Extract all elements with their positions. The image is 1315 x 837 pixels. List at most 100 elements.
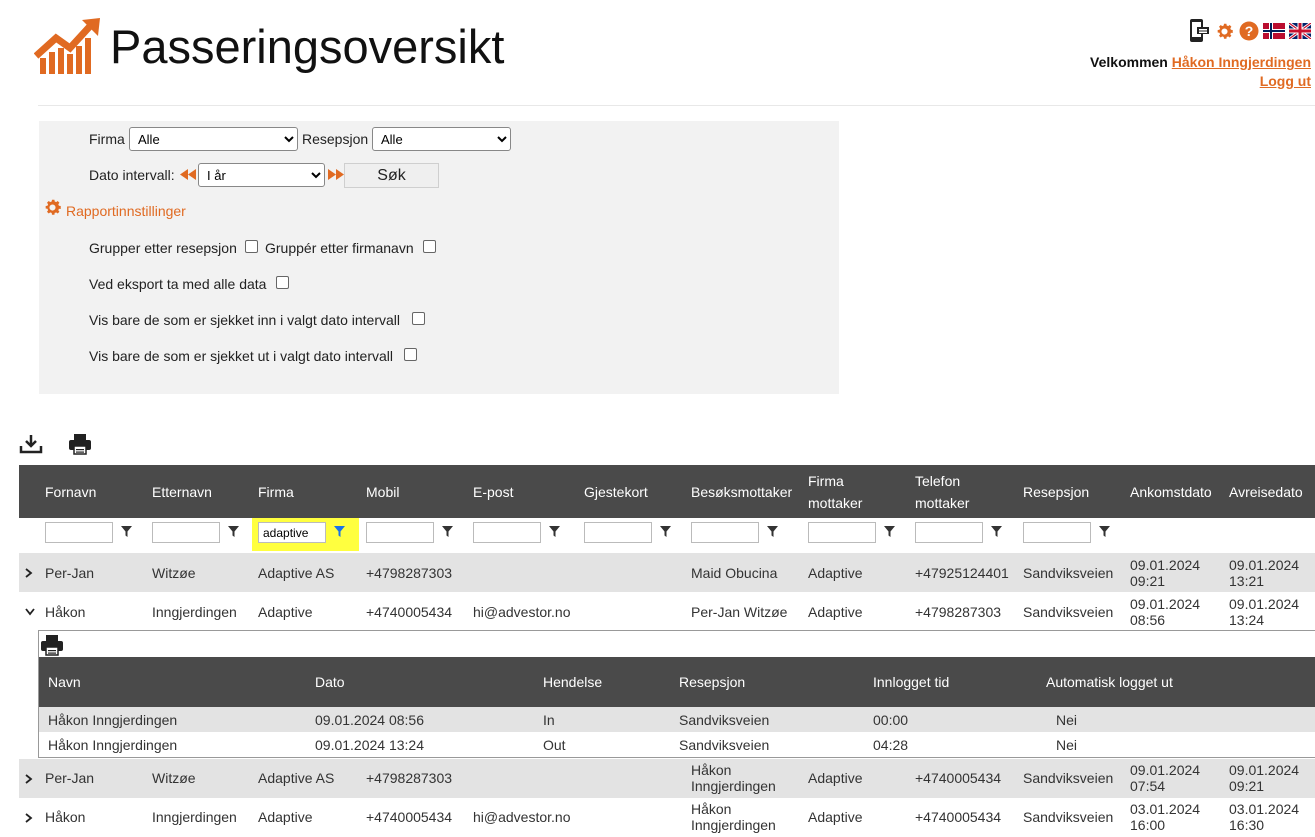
cell-mobil: +4740005434: [366, 604, 453, 620]
filter-input-firma[interactable]: [258, 522, 326, 543]
print-icon[interactable]: [68, 433, 92, 455]
cell-ankomst-time: 09:21: [1130, 573, 1166, 589]
cell-ankomst-date: 03.01.2024: [1130, 801, 1201, 817]
chevron-right-icon[interactable]: [25, 568, 33, 578]
cell-etternavn: Witzøe: [152, 565, 196, 581]
detail-col-navn[interactable]: Navn: [48, 674, 81, 690]
filter-icon[interactable]: [549, 526, 560, 537]
filter-icon[interactable]: [121, 526, 132, 537]
col-fornavn[interactable]: Fornavn: [45, 481, 96, 503]
filter-input-firma-mottaker[interactable]: [808, 522, 876, 543]
only-checked-out-checkbox[interactable]: [404, 348, 417, 361]
report-settings-link[interactable]: Rapportinnstillinger: [66, 203, 186, 219]
filter-icon[interactable]: [767, 526, 778, 537]
col-etternavn[interactable]: Etternavn: [152, 481, 212, 503]
search-button[interactable]: Søk: [344, 163, 439, 188]
uk-flag-icon[interactable]: [1289, 23, 1311, 39]
download-icon[interactable]: [19, 434, 43, 454]
col-resepsjon[interactable]: Resepsjon: [1023, 481, 1089, 503]
detail-cell-hendelse: In: [543, 712, 555, 728]
cell-avreise-time: 16:30: [1229, 817, 1265, 833]
group-reception-checkbox[interactable]: [245, 240, 258, 253]
gear-icon[interactable]: [1214, 21, 1235, 42]
col-firma-mottaker[interactable]: Firma mottaker: [808, 470, 862, 514]
cell-mobil: +4740005434: [366, 809, 453, 825]
filter-icon[interactable]: [1099, 526, 1110, 537]
detail-cell-dato: 09.01.2024 13:24: [315, 737, 424, 753]
cell-besoksmottaker: Maid Obucina: [691, 565, 778, 581]
detail-col-resepsjon[interactable]: Resepsjon: [679, 674, 745, 690]
chevron-right-icon[interactable]: [25, 774, 33, 784]
col-avreisedato[interactable]: Avreisedato: [1229, 481, 1303, 503]
detail-col-innlogget[interactable]: Innlogget tid: [873, 674, 949, 690]
filter-icon[interactable]: [660, 526, 671, 537]
chevron-right-icon[interactable]: [25, 813, 33, 823]
cell-ankomst-date: 09.01.2024: [1130, 762, 1201, 778]
table-row[interactable]: Per-Jan Witzøe Adaptive AS +4798287303 M…: [19, 553, 1315, 592]
resepsjon-label: Resepsjon: [302, 131, 369, 147]
filter-input-etternavn[interactable]: [152, 522, 220, 543]
user-name-link[interactable]: Håkon Inngjerdingen: [1172, 54, 1311, 70]
filter-icon[interactable]: [991, 526, 1002, 537]
col-epost[interactable]: E-post: [473, 481, 513, 503]
col-mobil[interactable]: Mobil: [366, 481, 399, 503]
detail-col-hendelse[interactable]: Hendelse: [543, 674, 602, 690]
filter-icon[interactable]: [442, 526, 453, 537]
detail-col-dato[interactable]: Dato: [315, 674, 345, 690]
filter-input-besoksmottaker[interactable]: [691, 522, 759, 543]
detail-col-auto[interactable]: Automatisk logget ut: [1046, 674, 1173, 690]
svg-text:?: ?: [1245, 23, 1254, 39]
print-icon[interactable]: [40, 634, 64, 656]
rewind-icon[interactable]: [180, 169, 196, 180]
only-checked-in-label: Vis bare de som er sjekket inn i valgt d…: [89, 312, 401, 328]
only-checked-in-checkbox[interactable]: [412, 312, 425, 325]
norwegian-flag-icon[interactable]: [1263, 23, 1285, 39]
filter-icon[interactable]: [884, 526, 895, 537]
table-row-expanded[interactable]: Håkon Inngjerdingen Adaptive +4740005434…: [19, 592, 1315, 631]
resepsjon-select[interactable]: Alle: [372, 127, 511, 151]
cell-firma-mottaker: Adaptive: [808, 770, 863, 786]
grid-header: Fornavn Etternavn Firma Mobil E-post Gje…: [19, 465, 1315, 518]
date-interval-select[interactable]: I år: [198, 163, 325, 187]
filter-input-resepsjon[interactable]: [1023, 522, 1091, 543]
group-company-checkbox[interactable]: [423, 240, 436, 253]
filter-input-telefon-mottaker[interactable]: [915, 522, 983, 543]
mobile-device-icon[interactable]: [1188, 18, 1210, 44]
settings-gear-icon[interactable]: [42, 197, 63, 218]
cell-epost: hi@advestor.no: [473, 809, 571, 825]
cell-ankomst-time: 16:00: [1130, 817, 1166, 833]
filter-icon[interactable]: [228, 526, 239, 537]
firma-select[interactable]: Alle: [129, 127, 298, 151]
only-checked-out-label: Vis bare de som er sjekket ut i valgt da…: [89, 348, 394, 364]
help-icon[interactable]: ?: [1239, 21, 1259, 41]
table-row[interactable]: Håkon Inngjerdingen Adaptive +4740005434…: [19, 798, 1315, 837]
cell-ankomst-date: 09.01.2024: [1130, 596, 1201, 612]
cell-fornavn: Håkon: [45, 809, 86, 825]
cell-ankomst-time: 08:56: [1130, 612, 1166, 628]
welcome-text: Velkommen Håkon Inngjerdingen: [1090, 54, 1311, 70]
table-row[interactable]: Per-Jan Witzøe Adaptive AS +4798287303 H…: [19, 759, 1315, 798]
cell-besoksmottaker-line2: Inngjerdingen: [691, 817, 776, 833]
col-firma[interactable]: Firma: [258, 481, 294, 503]
cell-fornavn: Per-Jan: [45, 565, 95, 581]
logout-link[interactable]: Logg ut: [1260, 73, 1311, 89]
export-all-checkbox[interactable]: [276, 276, 289, 289]
cell-avreise-date: 09.01.2024: [1229, 762, 1300, 778]
fast-forward-icon[interactable]: [328, 169, 344, 180]
filter-input-epost[interactable]: [473, 522, 541, 543]
cell-telefon-mottaker: +4740005434: [915, 809, 1002, 825]
col-firma-mottaker-line1: Firma: [808, 473, 844, 489]
chevron-down-icon[interactable]: [25, 608, 35, 616]
filter-input-mobil[interactable]: [366, 522, 434, 543]
col-gjestekort[interactable]: Gjestekort: [584, 481, 648, 503]
col-besoksmottaker[interactable]: Besøksmottaker: [691, 481, 792, 503]
col-telefon-mottaker[interactable]: Telefon mottaker: [915, 470, 969, 514]
filter-icon[interactable]: [334, 526, 345, 537]
cell-resepsjon: Sandviksveien: [1023, 770, 1114, 786]
group-company-label: Gruppér etter firmanavn: [265, 240, 414, 256]
col-ankomstdato[interactable]: Ankomstdato: [1130, 481, 1212, 503]
filter-input-fornavn[interactable]: [45, 522, 113, 543]
filter-input-gjestekort[interactable]: [584, 522, 652, 543]
cell-fornavn: Per-Jan: [45, 770, 95, 786]
cell-firma-mottaker: Adaptive: [808, 604, 863, 620]
